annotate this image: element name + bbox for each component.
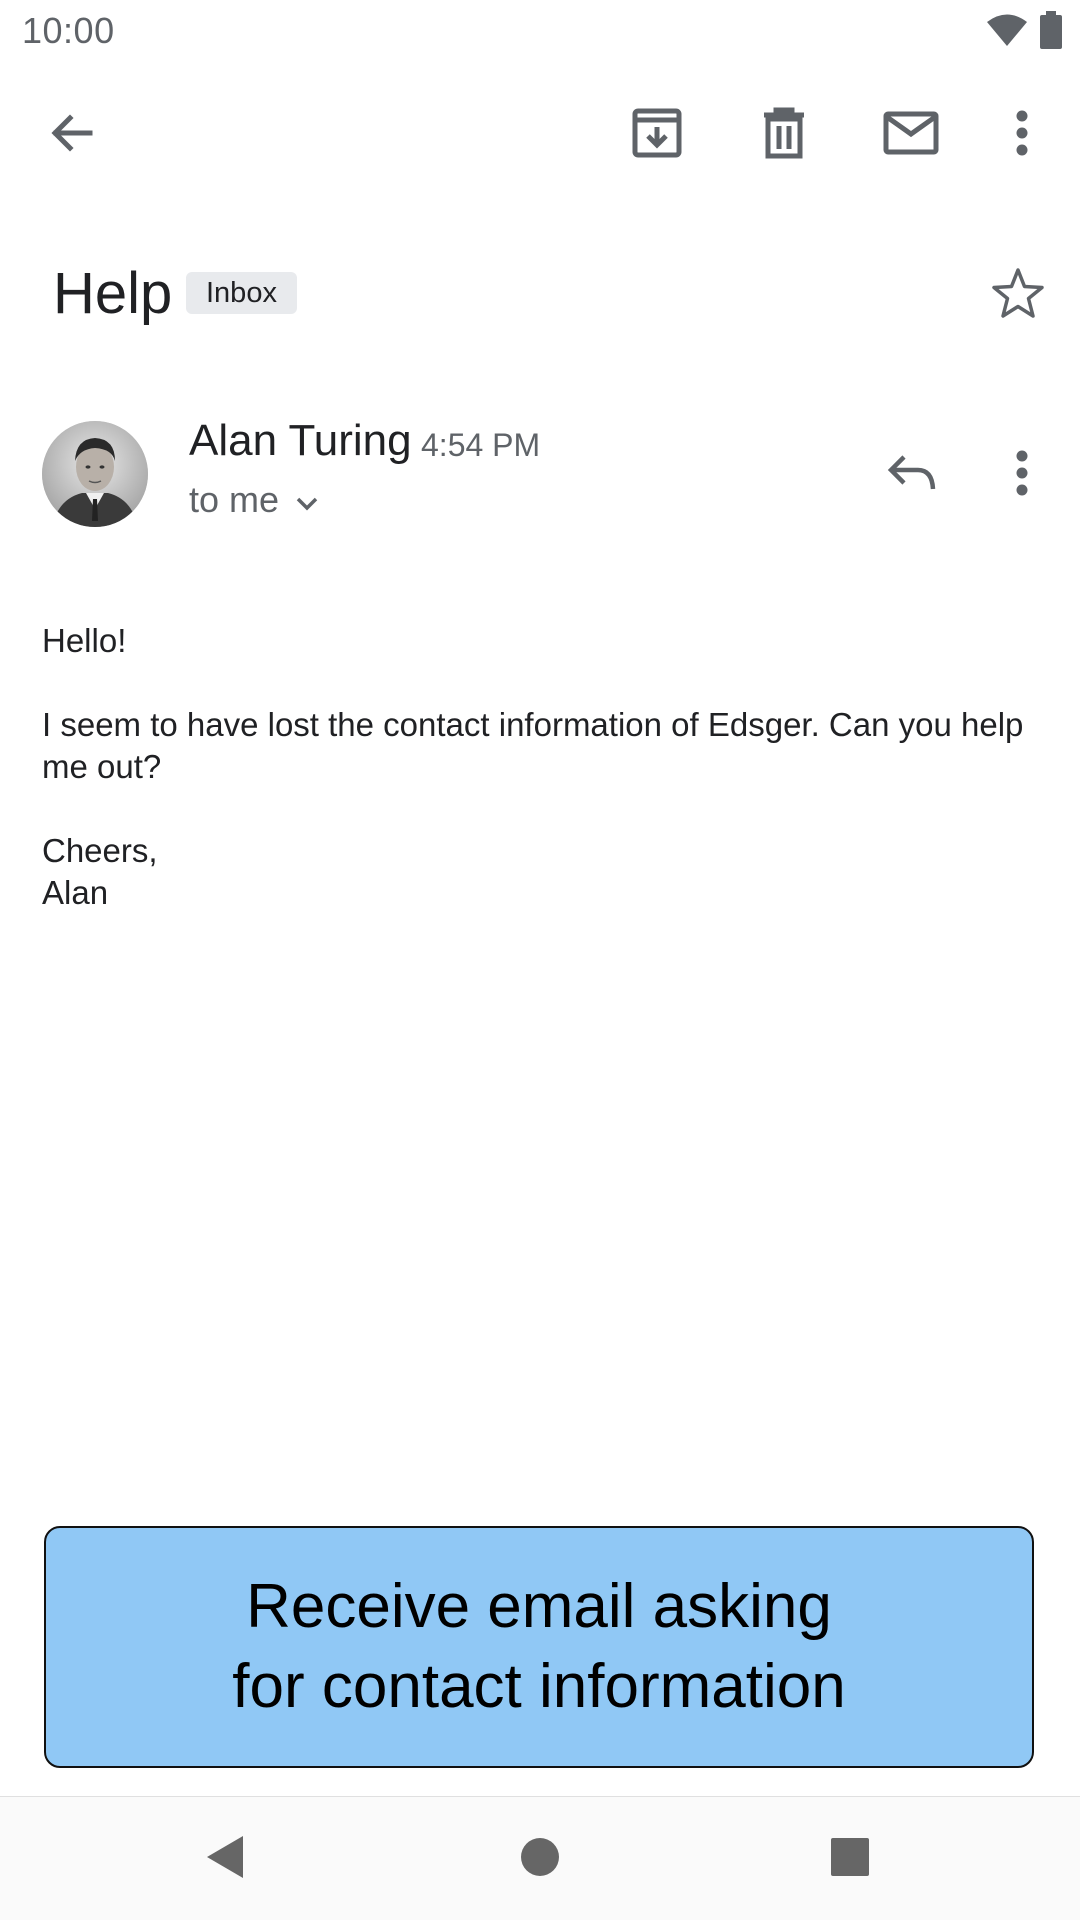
reply-icon — [886, 453, 938, 498]
more-vert-icon — [1016, 450, 1028, 501]
body-signature: Alan — [42, 874, 109, 911]
sender-row: Alan Turing 4:54 PM to me — [0, 415, 1080, 535]
back-arrow-icon — [48, 109, 96, 162]
delete-icon — [760, 107, 808, 164]
star-outline-icon — [991, 267, 1045, 324]
inbox-label-chip[interactable]: Inbox — [186, 272, 297, 314]
mark-unread-button[interactable] — [869, 93, 953, 177]
app-bar — [0, 80, 1080, 190]
message-more-button[interactable] — [980, 433, 1064, 517]
wifi-icon — [986, 13, 1028, 52]
reply-button[interactable] — [870, 433, 954, 517]
back-button[interactable] — [30, 93, 114, 177]
body-greeting: Hello! — [42, 622, 127, 659]
email-timestamp: 4:54 PM — [421, 427, 541, 463]
subject-row: Help Inbox — [0, 255, 1080, 335]
square-recents-icon — [830, 1837, 870, 1882]
status-bar: 10:00 — [0, 0, 1080, 64]
system-nav-bar — [0, 1796, 1080, 1920]
star-button[interactable] — [978, 255, 1058, 335]
archive-button[interactable] — [615, 93, 699, 177]
status-time: 10:00 — [22, 10, 115, 51]
triangle-back-icon — [205, 1834, 245, 1885]
circle-home-icon — [520, 1837, 560, 1882]
email-body: Hello! I seem to have lost the contact i… — [42, 620, 1042, 914]
step-caption-text: Receive email asking for contact informa… — [232, 1572, 846, 1721]
sender-name: Alan Turing — [189, 416, 412, 465]
body-paragraph: I seem to have lost the contact informat… — [42, 706, 1024, 785]
nav-back-button[interactable] — [185, 1819, 265, 1899]
recipient-details-toggle[interactable]: to me — [189, 477, 319, 523]
nav-recents-button[interactable] — [810, 1819, 890, 1899]
battery-icon — [1040, 10, 1062, 54]
email-subject: Help — [53, 261, 173, 326]
email-screen: 10:00 Help Inbox Alan Turing 4:54 PM to … — [0, 0, 1080, 1920]
delete-button[interactable] — [742, 93, 826, 177]
sender-avatar[interactable] — [42, 421, 148, 527]
more-vert-icon — [1016, 110, 1028, 161]
recipient-text: to me — [189, 479, 280, 520]
mark-unread-icon — [883, 111, 939, 160]
archive-icon — [631, 107, 683, 164]
status-icons — [986, 10, 1062, 54]
more-options-button[interactable] — [980, 93, 1064, 177]
chevron-down-icon — [295, 477, 319, 523]
nav-home-button[interactable] — [500, 1819, 580, 1899]
step-caption-box: Receive email asking for contact informa… — [44, 1526, 1034, 1768]
body-closing: Cheers, — [42, 832, 158, 869]
